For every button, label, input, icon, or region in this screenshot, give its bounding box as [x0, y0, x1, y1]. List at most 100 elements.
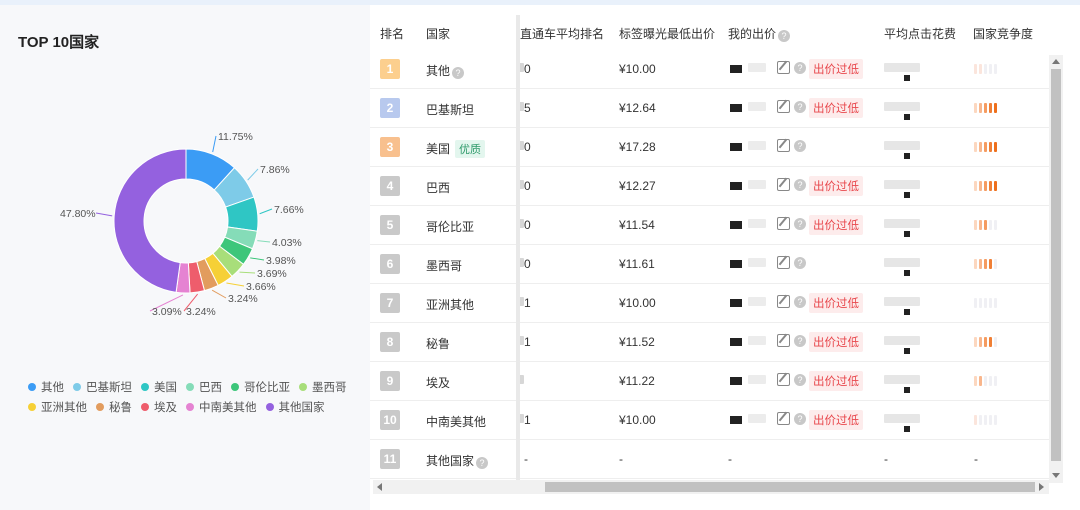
- help-icon[interactable]: ?: [476, 457, 489, 469]
- legend-label: 亚洲其他: [41, 402, 87, 414]
- col-min-bid[interactable]: 标签曝光最低出价: [619, 25, 715, 42]
- redacted-block: [884, 63, 920, 72]
- help-icon[interactable]: ?: [794, 101, 806, 113]
- edit-bid-icon[interactable]: [777, 178, 790, 191]
- help-icon[interactable]: ?: [778, 30, 791, 42]
- col-competition[interactable]: 国家竞争度: [973, 25, 1033, 42]
- legend-dot-icon: [96, 403, 104, 411]
- help-icon[interactable]: ?: [794, 296, 806, 308]
- redacted-block: [904, 270, 910, 276]
- competition-bar: [974, 220, 977, 230]
- redacted-block: [884, 180, 920, 189]
- legend-item[interactable]: 其他: [28, 379, 64, 395]
- table-row: 10 中南美其他 1 ¥10.00? 出价过低: [370, 401, 1050, 440]
- edit-bid-icon[interactable]: [777, 334, 790, 347]
- competition-bar: [989, 298, 992, 308]
- legend-item[interactable]: 墨西哥: [299, 379, 347, 395]
- legend-dot-icon: [28, 403, 36, 411]
- slice-leader-line-0: [212, 135, 217, 153]
- table-row: 11 其他国家? - - - - -: [370, 440, 1050, 479]
- legend-item[interactable]: 哥伦比亚: [231, 379, 290, 395]
- help-icon[interactable]: ?: [794, 257, 806, 269]
- slice-leader-line-10: [95, 212, 113, 217]
- col-my-bid[interactable]: 我的出价?: [728, 25, 791, 42]
- legend-label: 哥伦比亚: [244, 382, 290, 394]
- edit-bid-icon[interactable]: [777, 139, 790, 152]
- legend-item[interactable]: 中南美其他: [186, 399, 257, 415]
- rank-badge: 7: [380, 293, 400, 313]
- help-icon[interactable]: ?: [794, 335, 806, 347]
- legend-item[interactable]: 埃及: [141, 399, 177, 415]
- edit-bid-icon[interactable]: [777, 412, 790, 425]
- slice-label-8: 3.24%: [186, 306, 216, 318]
- edit-bid-icon[interactable]: [777, 256, 790, 269]
- competition-bar: [994, 64, 997, 74]
- redacted-block: [730, 260, 742, 268]
- edit-bid-icon[interactable]: [777, 295, 790, 308]
- help-icon[interactable]: ?: [794, 413, 806, 425]
- avg-rank-value: 1: [524, 413, 531, 427]
- legend-dot-icon: [73, 383, 81, 391]
- redacted-block: [748, 336, 766, 345]
- bid-too-low-tag: 出价过低: [809, 332, 863, 352]
- country-name: 墨西哥: [426, 257, 462, 274]
- competition-bar: [989, 181, 992, 191]
- redacted-block: [884, 414, 920, 423]
- help-icon[interactable]: ?: [452, 67, 465, 79]
- scroll-left-icon[interactable]: [377, 483, 382, 491]
- legend-item[interactable]: 巴西: [186, 379, 222, 395]
- vertical-scrollbar[interactable]: [1049, 55, 1063, 483]
- scroll-up-icon[interactable]: [1052, 59, 1060, 64]
- legend-label: 其他: [41, 382, 64, 394]
- donut-slice-10[interactable]: [113, 148, 187, 293]
- edit-bid-icon[interactable]: [777, 61, 790, 74]
- edit-bid-icon[interactable]: [777, 373, 790, 386]
- scroll-down-icon[interactable]: [1052, 473, 1060, 478]
- country-label: 墨西哥: [426, 259, 463, 273]
- country-label: 中南美其他: [426, 415, 487, 429]
- legend-item[interactable]: 巴基斯坦: [73, 379, 132, 395]
- competition-bar: [984, 298, 987, 308]
- scroll-right-icon[interactable]: [1039, 483, 1044, 491]
- redacted-block: [904, 75, 910, 81]
- redacted-block: [748, 375, 766, 384]
- avg-rank-value: 0: [524, 140, 531, 154]
- help-icon[interactable]: ?: [794, 218, 806, 230]
- col-avg-rank[interactable]: 直通车平均排名: [520, 25, 604, 42]
- rank-badge: 9: [380, 371, 400, 391]
- avg-rank-value: 1: [524, 296, 531, 310]
- help-icon[interactable]: ?: [794, 374, 806, 386]
- competition-bar: [989, 142, 992, 152]
- competition-bar: [984, 142, 987, 152]
- redacted-block: [730, 299, 742, 307]
- redacted-block: [904, 426, 910, 432]
- edit-bid-icon[interactable]: [777, 217, 790, 230]
- col-country[interactable]: 国家: [426, 25, 450, 42]
- min-bid-value: ¥17.28: [619, 140, 656, 154]
- help-icon[interactable]: ?: [794, 179, 806, 191]
- help-icon[interactable]: ?: [794, 140, 806, 152]
- horizontal-scrollbar[interactable]: [373, 480, 1049, 494]
- edit-bid-icon[interactable]: [777, 100, 790, 113]
- col-avg-cpc[interactable]: 平均点击花费: [884, 25, 956, 42]
- competition-bar: [994, 181, 997, 191]
- redacted-block: [904, 192, 910, 198]
- help-icon[interactable]: ?: [794, 62, 806, 74]
- country-label: 其他: [426, 64, 451, 78]
- competition-bars: [974, 337, 997, 347]
- competition-bars: [974, 64, 997, 74]
- horizontal-scroll-thumb[interactable]: [545, 482, 1035, 492]
- competition-bars: [974, 220, 997, 230]
- slice-label-10: 47.80%: [60, 208, 96, 220]
- competition-bar: [974, 337, 977, 347]
- legend-item[interactable]: 美国: [141, 379, 177, 395]
- competition-bar: [974, 181, 977, 191]
- col-rank[interactable]: 排名: [380, 25, 404, 42]
- col-my-bid-label: 我的出价: [728, 27, 777, 41]
- legend-item[interactable]: 其他国家: [265, 399, 325, 415]
- legend-item[interactable]: 亚洲其他: [28, 399, 87, 415]
- vertical-scroll-thumb[interactable]: [1051, 69, 1061, 461]
- legend-item[interactable]: 秘鲁: [96, 399, 132, 415]
- competition-bar: [984, 376, 987, 386]
- min-bid-value: ¥10.00: [619, 62, 656, 76]
